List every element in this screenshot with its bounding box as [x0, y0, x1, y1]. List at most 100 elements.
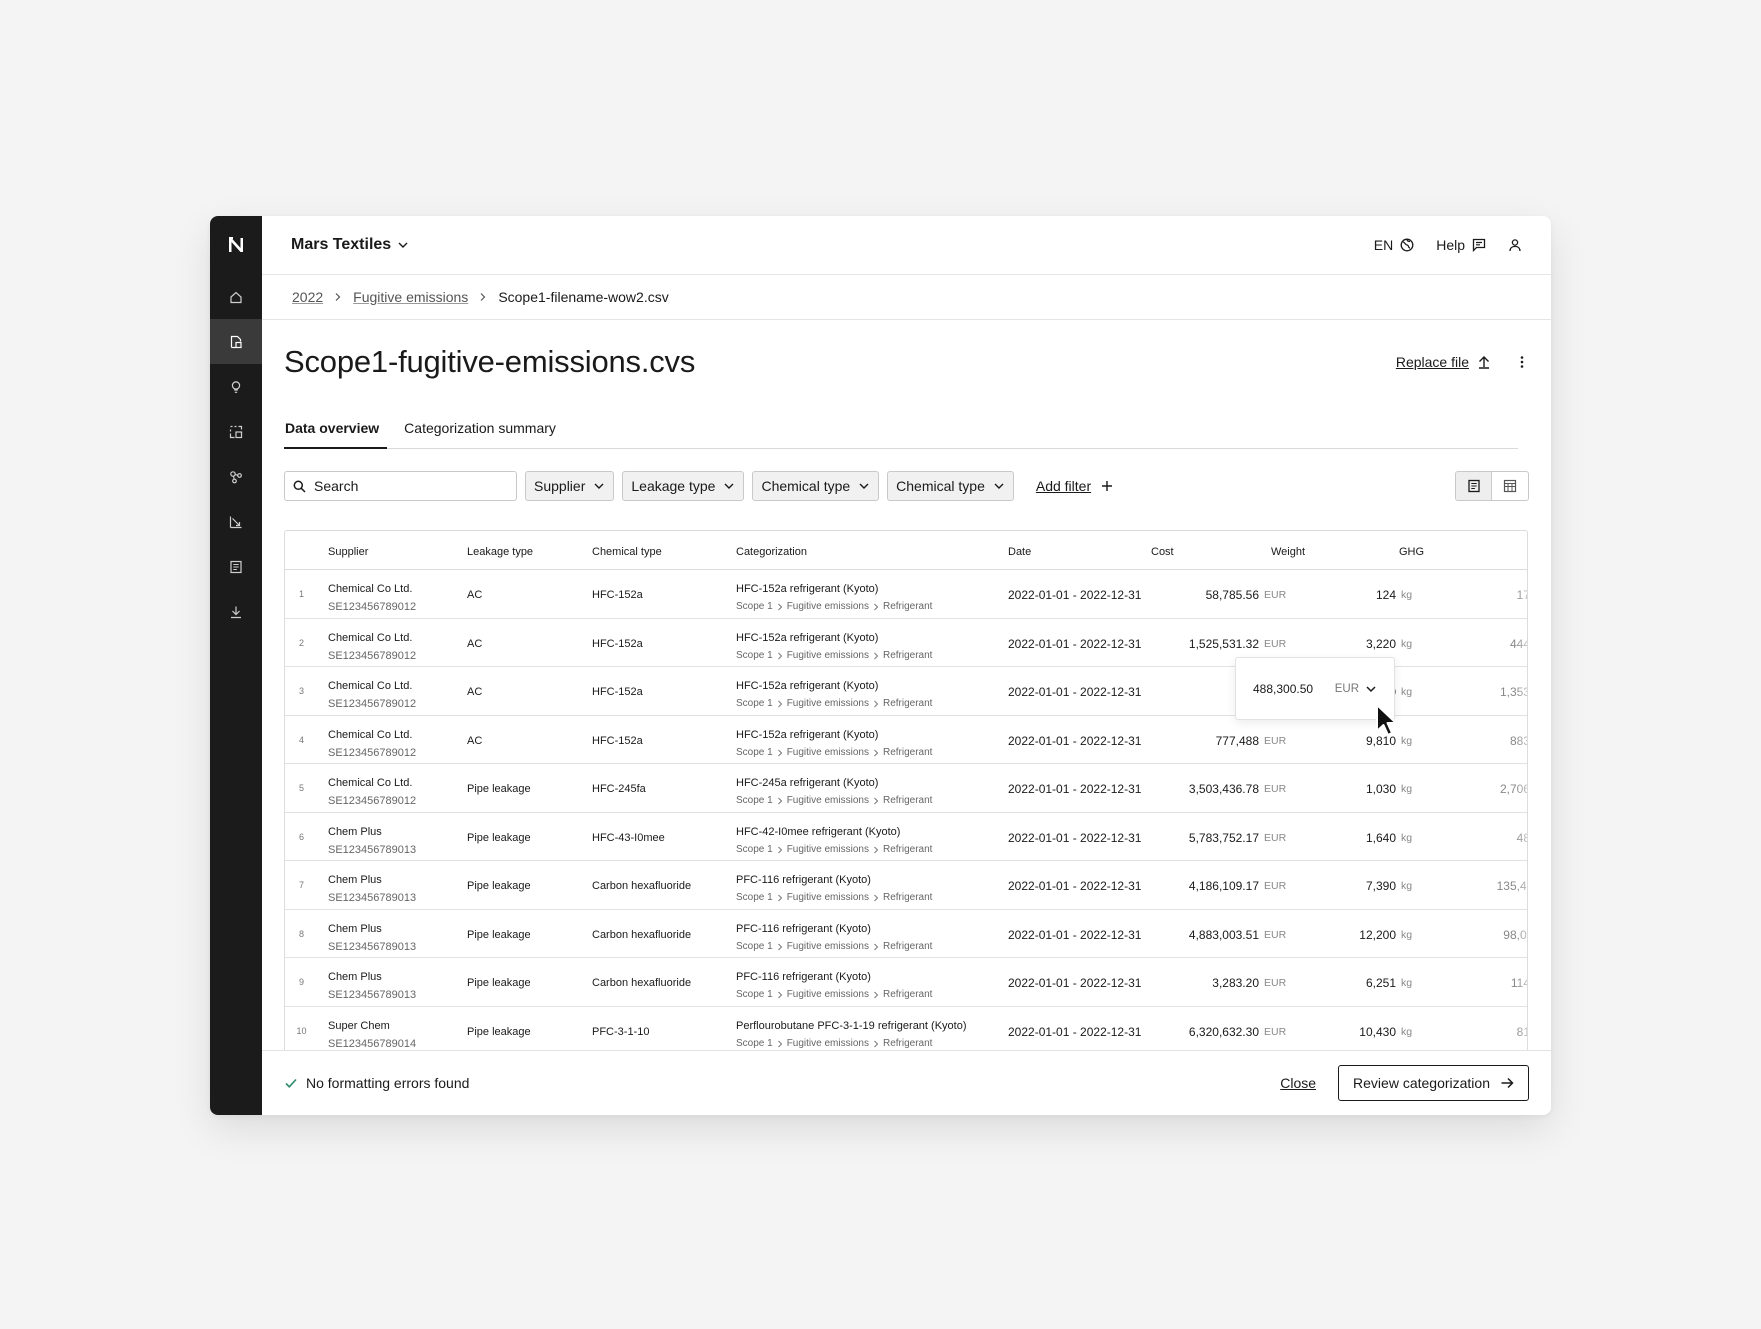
- table-row[interactable]: 8 Chem Plus SE123456789013 Pipe leakage Carb…: [285, 910, 1527, 958]
- chevron-right-icon: [874, 797, 879, 805]
- ghg-value: 1,353,7: [1499, 685, 1527, 699]
- table-row[interactable]: 6 Chem Plus SE123456789013 Pipe leakage HFC-…: [285, 813, 1527, 861]
- supplier-id: SE123456789012: [328, 698, 417, 710]
- leakage-type: Pipe leakage: [467, 977, 531, 989]
- nav-item-report[interactable]: [210, 544, 262, 589]
- search-box[interactable]: [284, 471, 517, 501]
- cost-value[interactable]: 777,488: [1151, 734, 1259, 748]
- category-path: Scope 1 Fugitive emissions Refrigerant: [736, 841, 932, 859]
- cost-editor-popover[interactable]: 488,300.50 EUR: [1235, 657, 1395, 720]
- category-path-segment: Fugitive emissions: [786, 1037, 869, 1049]
- table-row[interactable]: 4 Chemical Co Ltd. SE123456789012 AC HFC-152…: [285, 716, 1527, 764]
- cost-value[interactable]: 4,186,109.17: [1151, 879, 1259, 893]
- weight-value[interactable]: 3,220: [1330, 637, 1396, 651]
- categorization-label: HFC-152a refrigerant (Kyoto): [736, 680, 879, 692]
- column-header[interactable]: GHG: [1399, 546, 1424, 558]
- column-header[interactable]: Leakage type: [467, 546, 533, 558]
- row-number: 9: [298, 977, 304, 987]
- category-path: Scope 1 Fugitive emissions Refrigerant: [736, 792, 932, 810]
- column-header[interactable]: Weight: [1271, 546, 1305, 558]
- table-row[interactable]: 5 Chemical Co Ltd. SE123456789012 Pipe leak…: [285, 764, 1527, 813]
- breadcrumb-item[interactable]: Fugitive emissions: [353, 289, 468, 305]
- chemical-type: HFC-152a: [592, 734, 643, 747]
- column-header[interactable]: Chemical type: [592, 546, 662, 558]
- list-view-button[interactable]: [1456, 472, 1492, 500]
- nav-item-scope[interactable]: [210, 409, 262, 454]
- category-path: Scope 1 Fugitive emissions Refrigerant: [736, 744, 932, 762]
- weight-value[interactable]: 1,640: [1330, 831, 1396, 845]
- close-button[interactable]: Close: [1280, 1075, 1316, 1091]
- supplier-name: Chem Plus: [328, 971, 382, 983]
- home-icon: [230, 291, 242, 303]
- cost-value[interactable]: 4,883,003.51: [1151, 928, 1259, 942]
- weight-value[interactable]: 10,430: [1330, 1025, 1396, 1039]
- tab-categorization-summary[interactable]: Categorization summary: [403, 417, 556, 449]
- grid-view-button[interactable]: [1492, 472, 1528, 500]
- nav-item-home[interactable]: [210, 274, 262, 319]
- category-path-segment: Refrigerant: [882, 843, 933, 855]
- table-row[interactable]: 1 Chemical Co Ltd. SE123456789012 AC HFC-152…: [285, 570, 1527, 619]
- date-range: 2022-01-01 - 2022-12-31: [1008, 685, 1142, 699]
- breadcrumb-item[interactable]: 2022: [292, 289, 323, 305]
- column-header[interactable]: Cost: [1151, 546, 1174, 558]
- user-button[interactable]: [1508, 238, 1522, 252]
- categorization-label: HFC-152a refrigerant (Kyoto): [736, 631, 879, 644]
- weight-value[interactable]: 124: [1330, 588, 1396, 602]
- cost-value[interactable]: 5,783,752.17: [1151, 831, 1259, 845]
- leakage-type: AC: [467, 734, 483, 747]
- filter-supplier-button[interactable]: Supplier: [525, 471, 615, 501]
- category-path-segment: Scope 1: [736, 1037, 773, 1049]
- replace-file-button[interactable]: Replace file: [1396, 354, 1491, 370]
- table-row[interactable]: 9 Chem Plus SE123456789013 Pipe leakage Carb…: [285, 958, 1527, 1007]
- filter-leakage-type-button[interactable]: Leakage type: [622, 471, 745, 501]
- help-button[interactable]: Help: [1436, 237, 1486, 253]
- more-options-button[interactable]: [1515, 355, 1529, 369]
- review-categorization-button[interactable]: Review categorization: [1338, 1065, 1529, 1101]
- table-row[interactable]: 7 Chem Plus SE123456789013 Pipe leakage Carb…: [285, 861, 1527, 910]
- weight-value[interactable]: 6,251: [1330, 976, 1396, 990]
- nav-item-chart[interactable]: [210, 499, 262, 544]
- chevron-down-icon: [724, 483, 734, 489]
- supplier-name: Chem Plus: [328, 874, 382, 886]
- weight-value[interactable]: 1,030: [1330, 782, 1396, 796]
- column-header[interactable]: Supplier: [328, 546, 368, 558]
- date-range: 2022-01-01 - 2022-12-31: [1008, 1024, 1142, 1039]
- leakage-type: Pipe leakage: [467, 783, 531, 795]
- nav-item-network[interactable]: [210, 454, 262, 499]
- cost-currency: EUR: [1264, 831, 1287, 844]
- supplier-id: SE123456789012: [328, 601, 417, 613]
- org-switcher[interactable]: Mars Textiles: [291, 236, 409, 254]
- cost-value[interactable]: 1,525,531.32: [1151, 637, 1259, 651]
- cost-value[interactable]: 6,320,632.30: [1151, 1025, 1259, 1039]
- table-row[interactable]: 10 Super Chem SE123456789014 Pipe leakage PF…: [285, 1007, 1527, 1051]
- nav-item-lightbulb[interactable]: [210, 364, 262, 409]
- search-input[interactable]: [314, 478, 494, 494]
- language-switcher[interactable]: EN: [1374, 237, 1414, 253]
- chevron-down-icon: [994, 483, 1004, 489]
- cost-value[interactable]: 3,503,436.78: [1151, 782, 1259, 796]
- filter-chemical-type-button[interactable]: Chemical type: [887, 471, 1014, 501]
- date-range: 2022-01-01 - 2022-12-31: [1008, 830, 1142, 845]
- categorization-label: PFC-116 refrigerant (Kyoto): [736, 971, 871, 983]
- nav-item-file-upload[interactable]: [210, 319, 262, 364]
- kebab-icon: [1520, 356, 1524, 368]
- cost-value[interactable]: 3,283.20: [1151, 976, 1259, 990]
- column-header[interactable]: Categorization: [736, 546, 807, 558]
- filter-chemical-type-button[interactable]: Chemical type: [752, 471, 880, 501]
- column-header[interactable]: Date: [1008, 546, 1031, 558]
- category-path-segment: Fugitive emissions: [786, 892, 869, 903]
- cost-value[interactable]: 58,785.56: [1151, 588, 1259, 602]
- brand-logo[interactable]: [210, 216, 262, 274]
- nav-item-download[interactable]: [210, 589, 262, 634]
- currency-select[interactable]: EUR: [1335, 683, 1377, 695]
- nav-rail: [210, 216, 262, 1115]
- tab-data-overview[interactable]: Data overview: [284, 417, 388, 449]
- row-number: 7: [298, 880, 304, 890]
- language-label: EN: [1373, 237, 1394, 253]
- breadcrumb-item: Scope1-filename-wow2.csv: [498, 289, 669, 305]
- add-filter-button[interactable]: Add filter: [1036, 478, 1113, 494]
- supplier-name: Chemical Co Ltd.: [328, 777, 413, 789]
- weight-value[interactable]: 12,200: [1330, 928, 1396, 942]
- cost-edit-value[interactable]: 488,300.50: [1253, 682, 1335, 696]
- weight-value[interactable]: 7,390: [1330, 879, 1396, 893]
